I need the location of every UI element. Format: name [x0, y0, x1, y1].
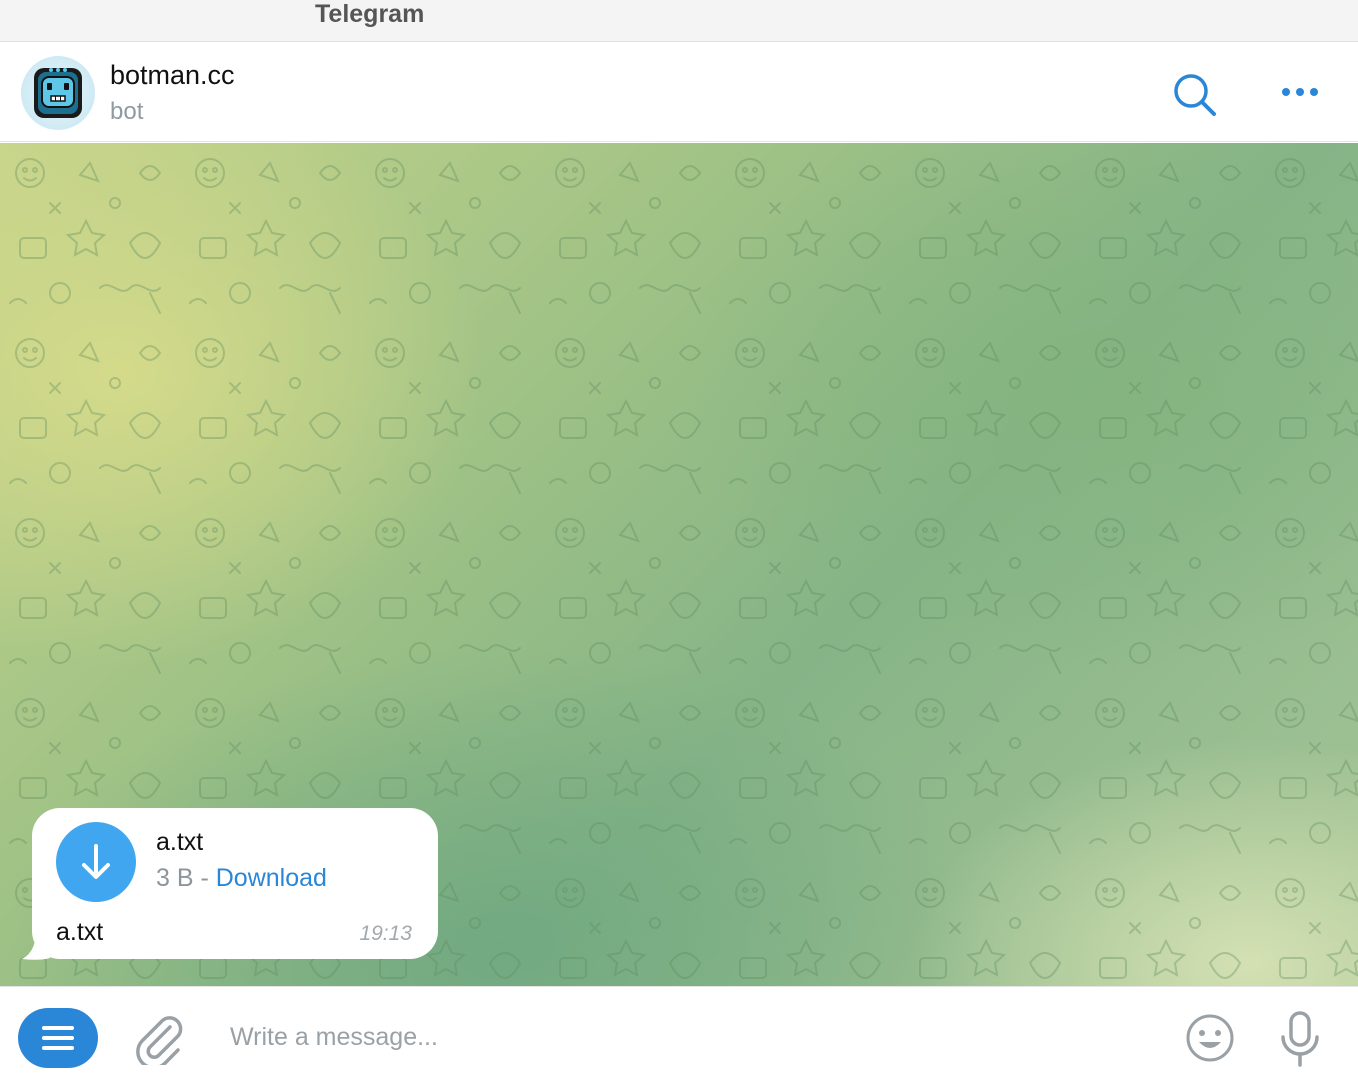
message-caption: a.txt [56, 918, 104, 946]
bot-menu-button[interactable] [18, 1008, 98, 1068]
chat-title[interactable]: botman.cc [110, 60, 235, 91]
chat-status: bot [110, 98, 144, 125]
avatar[interactable] [21, 56, 95, 130]
file-meta: 3 B - Download [156, 864, 327, 893]
more-icon [1282, 88, 1318, 96]
file-name: a.txt [156, 828, 204, 856]
voice-button[interactable] [1278, 1009, 1322, 1069]
emoji-button[interactable] [1184, 1012, 1236, 1064]
message-composer [0, 986, 1358, 1074]
attach-button[interactable] [134, 1009, 184, 1070]
message-bubble[interactable]: a.txt 3 B - Download a.txt 19:13 [32, 808, 438, 959]
chat-background: a.txt 3 B - Download a.txt 19:13 [0, 143, 1358, 986]
emoji-icon [1186, 1014, 1234, 1062]
paperclip-icon [136, 1016, 183, 1070]
window-title: Telegram [315, 0, 425, 28]
robot-avatar-icon [34, 68, 82, 118]
message-input[interactable] [230, 1017, 1130, 1057]
microphone-icon [1281, 1011, 1319, 1067]
file-size: 3 B [156, 864, 194, 892]
menu-icon [42, 1026, 74, 1050]
chat-header: botman.cc bot [0, 42, 1358, 142]
more-button[interactable] [1278, 77, 1324, 107]
meta-separator: - [193, 864, 216, 892]
window-titlebar: Telegram [0, 0, 1358, 42]
download-button[interactable] [56, 822, 136, 902]
message-time: 19:13 [359, 922, 412, 945]
download-icon [82, 844, 110, 879]
download-link[interactable]: Download [216, 864, 327, 892]
search-button[interactable] [1170, 71, 1218, 119]
search-icon [1174, 74, 1216, 116]
